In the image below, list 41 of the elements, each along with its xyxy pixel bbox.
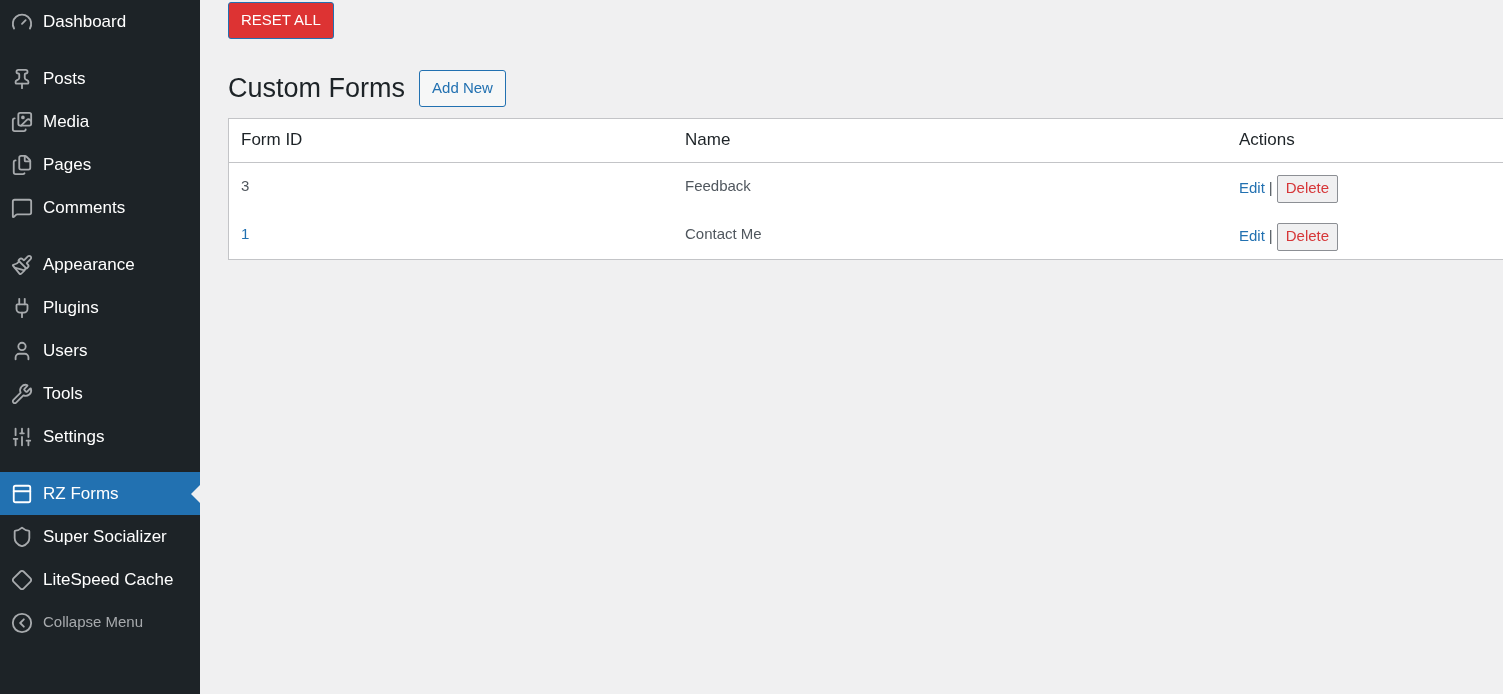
reset-all-button[interactable]: RESET ALL: [228, 2, 334, 39]
paintbrush-icon: [11, 253, 33, 276]
delete-button[interactable]: Delete: [1276, 174, 1339, 203]
column-header: Name: [685, 130, 731, 150]
wrench-icon: [11, 382, 33, 405]
form-id-link[interactable]: 1: [241, 225, 250, 243]
media-icon: [11, 110, 33, 133]
sidebar-item[interactable]: LiteSpeed Cache: [0, 558, 200, 601]
sidebar-item[interactable]: Media: [0, 100, 200, 143]
form-id: 3: [241, 177, 250, 195]
sidebar-item[interactable]: Super Socializer: [0, 515, 200, 558]
form-name: Contact Me: [685, 225, 762, 243]
sidebar-item[interactable]: Users: [0, 329, 200, 372]
sidebar-item[interactable]: Dashboard: [0, 0, 200, 43]
current-pointer-icon: [191, 485, 200, 503]
sidebar-item[interactable]: Comments: [0, 186, 200, 229]
action-separator: |: [1268, 226, 1273, 247]
collapse-menu-button[interactable]: Collapse Menu: [0, 601, 200, 644]
edit-link[interactable]: Edit: [1239, 225, 1265, 248]
add-new-button[interactable]: Add New: [419, 69, 506, 107]
column-header: Actions: [1239, 130, 1295, 150]
action-separator: |: [1268, 178, 1273, 199]
form-icon: [11, 482, 33, 505]
page-title: Custom Forms: [228, 72, 406, 105]
diamond-icon: [11, 568, 33, 591]
sidebar-item[interactable]: Pages: [0, 143, 200, 186]
edit-link[interactable]: Edit: [1239, 177, 1265, 200]
sidebar-item[interactable]: Plugins: [0, 286, 200, 329]
sidebar-item[interactable]: Appearance: [0, 243, 200, 286]
sidebar-item[interactable]: RZ Forms: [0, 472, 200, 515]
speech-bubble-icon: [11, 196, 33, 219]
delete-button[interactable]: Delete: [1276, 222, 1339, 251]
shield-icon: [11, 525, 33, 548]
sliders-icon: [11, 425, 33, 448]
column-header: Form ID: [241, 130, 303, 150]
collapse-icon: [11, 611, 33, 634]
form-name: Feedback: [685, 177, 751, 195]
sidebar-item[interactable]: Posts: [0, 57, 200, 100]
sidebar-item[interactable]: Tools: [0, 372, 200, 415]
sidebar-item[interactable]: Settings: [0, 415, 200, 458]
pages-icon: [11, 153, 33, 176]
